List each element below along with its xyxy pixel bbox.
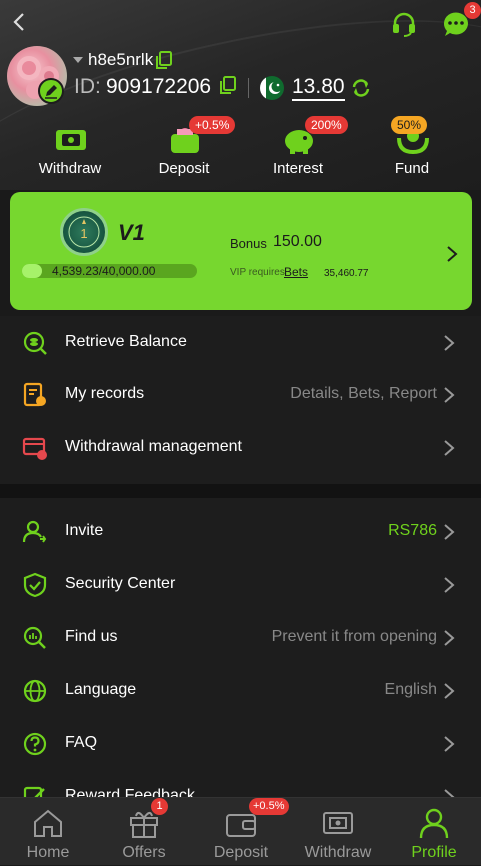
globe-icon — [23, 679, 47, 703]
deposit-tab-badge: +0.5% — [249, 798, 289, 815]
my-records-hint: Details, Bets, Report — [290, 385, 437, 402]
menu-row-find-us[interactable]: Find us Prevent it from opening — [0, 611, 481, 664]
interest-quick-action[interactable]: 200% Interest — [243, 116, 353, 182]
vip-progress-text: 4,539.23/40,000.00 — [52, 264, 156, 278]
interest-badge: 200% — [305, 116, 348, 134]
menu-row-my-records[interactable]: My records Details, Bets, Report — [0, 368, 481, 421]
invite-icon — [22, 520, 47, 543]
profile-icon — [419, 808, 449, 839]
edit-avatar-button[interactable] — [38, 78, 64, 104]
withdraw-card-icon — [56, 130, 86, 150]
fund-quick-action[interactable]: 50% Fund — [357, 116, 467, 182]
chevron-right-icon — [444, 736, 455, 752]
tab-profile[interactable]: Profile — [386, 798, 481, 866]
menu-row-faq[interactable]: FAQ — [0, 717, 481, 770]
vip-medal-icon: 1 — [60, 208, 108, 256]
vip-level: V1 — [118, 220, 145, 245]
invite-code: RS786 — [388, 522, 437, 539]
withdraw-quick-action[interactable]: Withdraw — [15, 118, 125, 182]
records-icon — [23, 382, 46, 407]
tab-offers[interactable]: 1 Offers — [96, 798, 192, 866]
chevron-right-icon — [447, 246, 458, 262]
current-language: English — [384, 681, 437, 698]
vip-progress-fill — [22, 264, 42, 278]
vip-requires-label: VIP requires — [230, 267, 285, 278]
find-us-icon — [23, 626, 46, 649]
menu-row-security-center[interactable]: Security Center — [0, 558, 481, 611]
withdrawal-management-icon — [22, 437, 47, 460]
menu-row-withdrawal-management[interactable]: Withdrawal management — [0, 421, 481, 474]
menu-section-general: Invite RS786 Security Center Find us Pre… — [0, 498, 481, 797]
user-id-label: ID: — [74, 75, 101, 98]
withdraw-icon — [323, 812, 353, 834]
offers-count-badge: 1 — [151, 798, 168, 815]
chevron-right-icon — [444, 387, 455, 403]
chevron-right-icon — [444, 440, 455, 456]
tab-deposit[interactable]: +0.5% Deposit — [193, 798, 289, 866]
deposit-quick-action[interactable]: +0.5% Deposit — [129, 116, 239, 182]
tab-home[interactable]: Home — [0, 798, 96, 866]
back-arrow-icon[interactable] — [8, 10, 32, 34]
header-divider — [248, 78, 249, 98]
menu-row-invite[interactable]: Invite RS786 — [0, 505, 481, 558]
pakistan-flag-icon — [260, 76, 284, 100]
bonus-value: 150.00 — [273, 233, 322, 250]
chevron-right-icon — [444, 335, 455, 351]
bonus-label: Bonus — [230, 236, 267, 251]
copy-id-icon[interactable] — [219, 76, 237, 94]
vip-bets-link[interactable]: Bets — [284, 265, 308, 279]
refresh-balance-icon[interactable] — [350, 77, 372, 99]
deposit-bonus-badge: +0.5% — [189, 116, 236, 134]
home-icon — [34, 809, 62, 837]
user-id-value: 909172206 — [106, 75, 212, 98]
vip-bets-value: 35,460.77 — [324, 268, 369, 279]
bottom-tab-bar: Home 1 Offers +0.5% Deposit Withdraw Pro… — [0, 797, 481, 865]
shield-icon — [23, 572, 47, 598]
chevron-right-icon — [444, 683, 455, 699]
vip-card[interactable]: 1 V1 4,539.23/40,000.00 Bonus 150.00 VIP… — [10, 192, 472, 310]
copy-username-icon[interactable] — [155, 51, 173, 69]
fund-badge: 50% — [391, 116, 428, 134]
question-icon — [23, 732, 47, 756]
chevron-right-icon — [444, 524, 455, 540]
menu-row-reward-feedback[interactable]: Reward Feedback — [0, 770, 481, 797]
retrieve-balance-icon — [23, 331, 47, 355]
chevron-right-icon — [444, 789, 455, 797]
section-gap — [0, 484, 481, 498]
menu-row-retrieve-balance[interactable]: Retrieve Balance — [0, 316, 481, 369]
profile-header: 3 h8e5nrlk ID: 909172206 13.80 Withdraw — [0, 0, 481, 190]
username: h8e5nrlk — [88, 50, 154, 69]
menu-row-language[interactable]: Language English — [0, 664, 481, 717]
username-dropdown-icon[interactable] — [73, 57, 83, 63]
feedback-edit-icon — [23, 786, 45, 797]
vip-medal-number: 1 — [80, 226, 87, 241]
find-us-hint: Prevent it from opening — [271, 628, 437, 645]
tab-withdraw[interactable]: Withdraw — [290, 798, 386, 866]
menu-section-account: Retrieve Balance My records Details, Bet… — [0, 316, 481, 484]
wallet-balance: 13.80 — [292, 75, 345, 101]
chevron-right-icon — [444, 630, 455, 646]
customer-service-icon[interactable] — [389, 9, 419, 39]
chevron-right-icon — [444, 577, 455, 593]
pencil-icon — [45, 85, 57, 99]
notification-count-badge: 3 — [464, 2, 481, 19]
